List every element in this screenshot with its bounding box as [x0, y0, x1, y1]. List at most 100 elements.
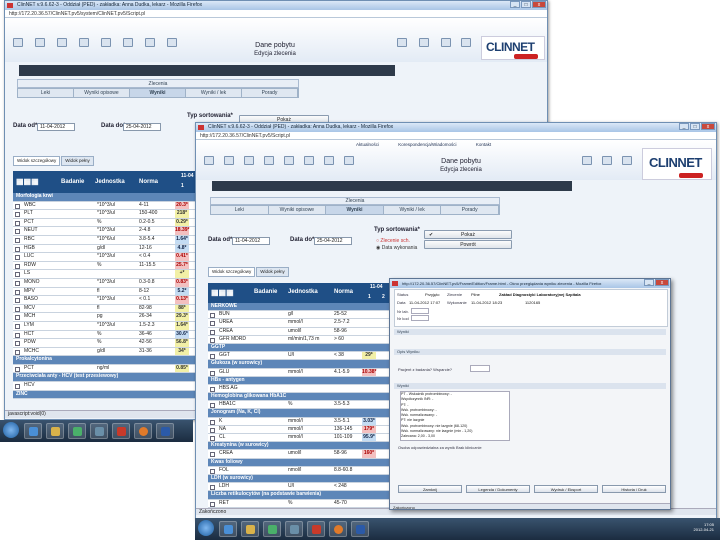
toolbar-button-f5[interactable]: [101, 38, 111, 47]
menu-aktualnosci[interactable]: Aktualności: [356, 142, 379, 147]
print-export-button[interactable]: Wydruk / Eksport: [534, 485, 598, 493]
tab-wyniki-lek[interactable]: Wyniki / lek: [384, 206, 442, 214]
toolbar-button-f4[interactable]: [264, 156, 274, 165]
toolbar-right-button-3[interactable]: [441, 38, 451, 47]
test-row[interactable]: CL mmol/l 101-109 95.9*: [208, 434, 390, 443]
minimize-button[interactable]: _: [679, 123, 689, 130]
toolbar-button-f3[interactable]: [244, 156, 254, 165]
row-checkbox[interactable]: [15, 349, 20, 355]
toolbar-button-f5[interactable]: [284, 156, 294, 165]
toolbar-right-button-1[interactable]: [397, 38, 407, 47]
toolbar-button-f6[interactable]: [304, 156, 314, 165]
close-button[interactable]: x: [655, 279, 669, 286]
field-lab-number-input[interactable]: [411, 308, 429, 314]
row-checkbox[interactable]: [210, 427, 215, 433]
minimize-button[interactable]: _: [510, 1, 520, 8]
back-button[interactable]: Powrót: [424, 240, 512, 249]
row-checkbox[interactable]: [15, 255, 20, 261]
taskbar-firefox[interactable]: [134, 423, 152, 439]
window-titlebar[interactable]: ClinNET v.9.6.62-3 - Oddział (PED) - zak…: [5, 1, 547, 10]
toolbar-button-f8[interactable]: [344, 156, 354, 165]
test-group-row[interactable]: ZINC: [13, 390, 197, 400]
row-checkbox[interactable]: [210, 452, 215, 458]
maximize-button[interactable]: □: [521, 1, 531, 8]
test-group-row[interactable]: Morfologia krwi: [13, 193, 197, 202]
test-row[interactable]: HCV: [13, 382, 197, 391]
test-row[interactable]: LDH U/l < 248: [208, 483, 390, 492]
taskbar-word[interactable]: [351, 521, 369, 537]
tab-wyniki[interactable]: Wyniki: [326, 206, 384, 214]
test-group-row[interactable]: Kreatynina (w surowicy): [208, 442, 390, 451]
show-button[interactable]: ✔ Pokaż: [424, 230, 512, 239]
test-row[interactable]: BASO *10^3/ul < 0.1 0.13*: [13, 296, 197, 305]
legend-documents-button[interactable]: Legenda / Dokumenty: [466, 485, 530, 493]
test-row[interactable]: GLU mmol/l 4.1-5.9 10.38*: [208, 368, 390, 377]
question-answer-field[interactable]: [470, 365, 490, 372]
row-checkbox[interactable]: [15, 289, 20, 295]
test-row[interactable]: WBC *10^3/ul 4-11 20.3*: [13, 201, 197, 211]
toolbar-button-f7[interactable]: [145, 38, 155, 47]
window-titlebar[interactable]: ClinNET v.9.6.62-3 - Oddział (PED) - zak…: [196, 123, 716, 132]
tab-wyniki-lek[interactable]: Wyniki / lek: [186, 89, 242, 97]
row-checkbox[interactable]: [210, 403, 215, 409]
taskbar-app-2[interactable]: [241, 521, 259, 537]
taskbar-acrobat[interactable]: [307, 521, 325, 537]
taskbar-firefox[interactable]: [329, 521, 347, 537]
test-row[interactable]: NEUT *10^3/ul 2-4.8 18.39*: [13, 227, 197, 236]
tab-porady[interactable]: Porady: [242, 89, 298, 97]
tab-wyniki-opisowe[interactable]: Wyniki opisowe: [74, 89, 130, 97]
minimize-button[interactable]: _: [644, 279, 654, 286]
row-checkbox[interactable]: [15, 341, 20, 347]
toolbar-button-f8[interactable]: [167, 38, 177, 47]
toolbar-right-button-4[interactable]: [461, 38, 471, 47]
menu-kontakt[interactable]: Kontakt: [476, 142, 491, 147]
toolbar-button-f2[interactable]: [224, 156, 234, 165]
test-row[interactable]: RBC *10^6/ul 3.8-5.4 1.64*: [13, 235, 197, 245]
test-row[interactable]: GGT U/l < 38 29*: [208, 352, 390, 361]
taskbar-app-1[interactable]: [219, 521, 237, 537]
date-to-input[interactable]: 25-04-2012: [314, 237, 352, 245]
address-bar[interactable]: http://172.20.36.57/ClinNET.pv5/system/C…: [5, 10, 547, 18]
tab-wyniki[interactable]: Wyniki: [130, 89, 186, 97]
toolbar-right-button-2[interactable]: [602, 156, 612, 165]
row-checkbox[interactable]: [210, 337, 215, 343]
toolbar-button-f1[interactable]: [13, 38, 23, 47]
test-group-row[interactable]: LDH (w surowicy): [208, 474, 390, 484]
row-checkbox[interactable]: [15, 272, 20, 278]
test-row[interactable]: FOL nmol/l 8.8-60.8: [208, 466, 390, 475]
toolbar-right-button-2[interactable]: [419, 38, 429, 47]
sort-option-date[interactable]: ◉ Data wykonania: [376, 245, 417, 251]
row-checkbox[interactable]: [15, 315, 20, 321]
test-group-row[interactable]: Kwas foliowy: [208, 458, 390, 467]
row-checkbox[interactable]: [15, 323, 20, 329]
test-group-row[interactable]: HBs - antygen: [208, 376, 390, 385]
test-row[interactable]: NA mmol/l 136-145 179*: [208, 425, 390, 434]
close-button[interactable]: x: [701, 123, 715, 130]
date-from-input[interactable]: 11-04-2012: [37, 123, 75, 131]
test-row[interactable]: RET% 45-70: [208, 499, 390, 508]
row-checkbox[interactable]: [15, 280, 20, 286]
row-checkbox[interactable]: [15, 246, 20, 252]
row-checkbox[interactable]: [15, 298, 20, 304]
tab-detailed-view[interactable]: Widok szczegółowy: [13, 156, 61, 166]
row-checkbox[interactable]: [210, 386, 215, 392]
test-row[interactable]: LS +*: [13, 270, 197, 279]
test-row[interactable]: LUC *10^3/ul < 0.4 0.41*: [13, 253, 197, 262]
tab-full-view[interactable]: Widok pełny: [256, 267, 289, 277]
maximize-button[interactable]: □: [690, 123, 700, 130]
test-group-row[interactable]: Przeciwciała anty - HCV (test przesiewow…: [13, 373, 197, 383]
row-checkbox[interactable]: [210, 436, 215, 441]
test-row[interactable]: HBS AG: [208, 384, 390, 394]
test-row[interactable]: HCT% 36-46 30.6*: [13, 330, 197, 340]
test-row[interactable]: MCH pg 26-34 29.3*: [13, 313, 197, 322]
row-checkbox[interactable]: [15, 220, 20, 226]
row-checkbox[interactable]: [15, 384, 20, 390]
row-checkbox[interactable]: [210, 485, 215, 491]
menu-korespondencja[interactable]: Korespondencja/Wiadomości: [398, 142, 456, 147]
test-row[interactable]: UREA mmol/l 2.5-7.2: [208, 319, 390, 328]
test-group-row[interactable]: GGTP: [208, 343, 390, 353]
test-row[interactable]: PLT *10^3/ul 150-400 218*: [13, 210, 197, 219]
taskbar-app-2[interactable]: [46, 423, 64, 439]
row-checkbox[interactable]: [15, 332, 20, 338]
row-checkbox[interactable]: [15, 366, 20, 372]
